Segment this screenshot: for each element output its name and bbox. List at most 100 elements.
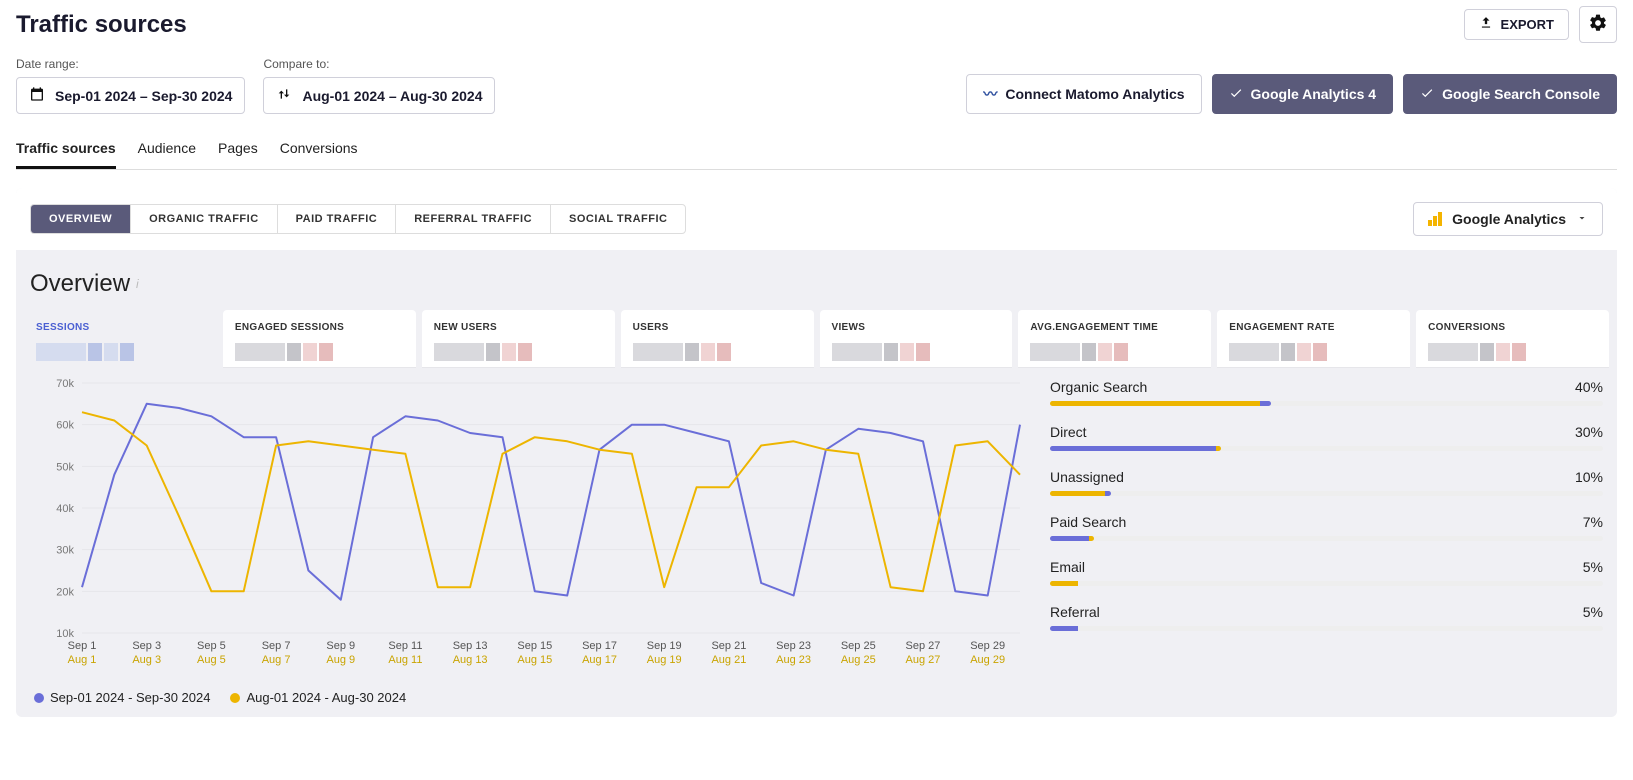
- metric-label: ENGAGEMENT RATE: [1229, 322, 1398, 333]
- main-tab-traffic-sources[interactable]: Traffic sources: [16, 134, 116, 169]
- traffic-percent: 10%: [1575, 469, 1603, 485]
- traffic-percent: 5%: [1583, 604, 1603, 620]
- settings-button[interactable]: [1579, 6, 1617, 43]
- traffic-row-organic-search[interactable]: Organic Search40%: [1050, 379, 1603, 406]
- export-button[interactable]: EXPORT: [1464, 9, 1569, 40]
- traffic-row-unassigned[interactable]: Unassigned 10%: [1050, 469, 1603, 496]
- svg-text:Sep 15: Sep 15: [517, 640, 552, 652]
- export-label: EXPORT: [1501, 17, 1554, 32]
- check-icon: [1229, 86, 1243, 103]
- traffic-label: Referral: [1050, 604, 1100, 620]
- svg-text:Aug 11: Aug 11: [388, 654, 422, 666]
- main-tab-pages[interactable]: Pages: [218, 134, 258, 169]
- metric-label: ENGAGED SESSIONS: [235, 322, 404, 333]
- chart-legend: Sep-01 2024 - Sep-30 2024 Aug-01 2024 - …: [30, 690, 1030, 705]
- svg-text:Aug 7: Aug 7: [262, 654, 291, 666]
- metric-card-engaged-sessions[interactable]: ENGAGED SESSIONS: [223, 310, 416, 367]
- date-range-picker[interactable]: Sep-01 2024 – Sep-30 2024: [16, 77, 245, 114]
- gsc-button[interactable]: Google Search Console: [1403, 74, 1617, 114]
- metric-label: VIEWS: [832, 322, 1001, 333]
- svg-text:Aug 17: Aug 17: [582, 654, 617, 666]
- traffic-row-paid-search[interactable]: Paid Search7%: [1050, 514, 1603, 541]
- calendar-icon: [29, 86, 45, 105]
- main-tab-audience[interactable]: Audience: [138, 134, 196, 169]
- analytics-source-selector[interactable]: Google Analytics: [1413, 202, 1603, 236]
- integration-buttons: 〰 Connect Matomo Analytics Google Analyt…: [966, 74, 1617, 114]
- svg-text:Sep 29: Sep 29: [970, 640, 1005, 652]
- svg-text:Sep 3: Sep 3: [132, 640, 161, 652]
- svg-text:70k: 70k: [56, 378, 74, 390]
- main-tab-conversions[interactable]: Conversions: [280, 134, 358, 169]
- top-actions: EXPORT: [1464, 6, 1617, 43]
- traffic-row-referral[interactable]: Referral 5%: [1050, 604, 1603, 631]
- svg-text:Aug 25: Aug 25: [841, 654, 876, 666]
- svg-text:Aug 21: Aug 21: [711, 654, 746, 666]
- svg-text:20k: 20k: [56, 586, 74, 598]
- main-tabs: Traffic sources Audience Pages Conversions: [16, 134, 1617, 170]
- overview-title: Overview i: [16, 250, 1617, 310]
- traffic-row-email[interactable]: Email 5%: [1050, 559, 1603, 586]
- ga4-label: Google Analytics 4: [1251, 86, 1377, 102]
- metric-label: CONVERSIONS: [1428, 322, 1597, 333]
- legend-series-b-label: Aug-01 2024 - Aug-30 2024: [246, 690, 406, 705]
- check-icon: [1420, 86, 1434, 103]
- svg-text:Sep 21: Sep 21: [711, 640, 746, 652]
- metric-card-new-users[interactable]: NEW USERS: [422, 310, 615, 367]
- metric-card-sessions[interactable]: SESSIONS: [24, 310, 217, 367]
- svg-text:Aug 5: Aug 5: [197, 654, 226, 666]
- ga4-button[interactable]: Google Analytics 4: [1212, 74, 1394, 114]
- page-title: Traffic sources: [16, 11, 187, 39]
- date-range-value: Sep-01 2024 – Sep-30 2024: [55, 88, 232, 104]
- info-icon: i: [136, 277, 139, 291]
- svg-text:Sep 7: Sep 7: [262, 640, 291, 652]
- compare-to-picker[interactable]: Aug-01 2024 – Aug-30 2024: [263, 77, 495, 114]
- sub-tab-referral-traffic[interactable]: REFERRAL TRAFFIC: [396, 205, 551, 233]
- traffic-label: Direct: [1050, 424, 1087, 440]
- legend-series-a-label: Sep-01 2024 - Sep-30 2024: [50, 690, 210, 705]
- svg-text:Aug 13: Aug 13: [453, 654, 488, 666]
- svg-text:Sep 1: Sep 1: [68, 640, 97, 652]
- metric-card-engagement-rate[interactable]: ENGAGEMENT RATE: [1217, 310, 1410, 367]
- svg-text:Sep 25: Sep 25: [841, 640, 876, 652]
- sub-tab-organic-traffic[interactable]: ORGANIC TRAFFIC: [131, 205, 278, 233]
- traffic-percent: 30%: [1575, 424, 1603, 440]
- svg-text:40k: 40k: [56, 503, 74, 515]
- sessions-chart: 10k20k30k40k50k60k70kSep 1Aug 1Sep 3Aug …: [30, 373, 1030, 705]
- traffic-label: Paid Search: [1050, 514, 1126, 530]
- svg-text:Sep 9: Sep 9: [326, 640, 355, 652]
- overview-title-text: Overview: [30, 270, 130, 298]
- traffic-row-direct[interactable]: Direct 30%: [1050, 424, 1603, 451]
- metric-label: SESSIONS: [36, 322, 205, 333]
- sub-tab-social-traffic[interactable]: SOCIAL TRAFFIC: [551, 205, 685, 233]
- traffic-percent: 5%: [1583, 559, 1603, 575]
- metric-card-views[interactable]: VIEWS: [820, 310, 1013, 367]
- svg-text:Sep 23: Sep 23: [776, 640, 811, 652]
- matomo-label: Connect Matomo Analytics: [1005, 86, 1184, 102]
- connect-matomo-button[interactable]: 〰 Connect Matomo Analytics: [966, 74, 1201, 114]
- sub-tabs: OVERVIEWORGANIC TRAFFICPAID TRAFFICREFER…: [30, 204, 686, 234]
- date-filters: Date range: Sep-01 2024 – Sep-30 2024 Co…: [16, 57, 495, 114]
- svg-text:Aug 1: Aug 1: [68, 654, 97, 666]
- traffic-label: Unassigned: [1050, 469, 1124, 485]
- svg-text:Aug 23: Aug 23: [776, 654, 811, 666]
- traffic-label: Organic Search: [1050, 379, 1147, 395]
- metric-card-users[interactable]: USERS: [621, 310, 814, 367]
- svg-text:Sep 19: Sep 19: [647, 640, 682, 652]
- matomo-icon: 〰: [983, 84, 997, 104]
- svg-text:Aug 29: Aug 29: [970, 654, 1005, 666]
- google-analytics-icon: [1428, 212, 1442, 226]
- svg-text:Aug 27: Aug 27: [906, 654, 941, 666]
- svg-text:Sep 5: Sep 5: [197, 640, 226, 652]
- svg-text:10k: 10k: [56, 628, 74, 640]
- sub-tab-overview[interactable]: OVERVIEW: [31, 205, 131, 233]
- traffic-label: Email: [1050, 559, 1085, 575]
- metric-label: USERS: [633, 322, 802, 333]
- upload-icon: [1479, 16, 1493, 33]
- metric-tabs: SESSIONS ENGAGED SESSIONS NEW USERS USERS VI…: [16, 310, 1617, 367]
- metric-label: AVG.ENGAGEMENT TIME: [1030, 322, 1199, 333]
- sub-tab-paid-traffic[interactable]: PAID TRAFFIC: [278, 205, 397, 233]
- metric-card-avg-engagement-time[interactable]: AVG.ENGAGEMENT TIME: [1018, 310, 1211, 367]
- metric-card-conversions[interactable]: CONVERSIONS: [1416, 310, 1609, 367]
- date-range-label: Date range:: [16, 57, 245, 71]
- chevron-down-icon: [1576, 211, 1588, 227]
